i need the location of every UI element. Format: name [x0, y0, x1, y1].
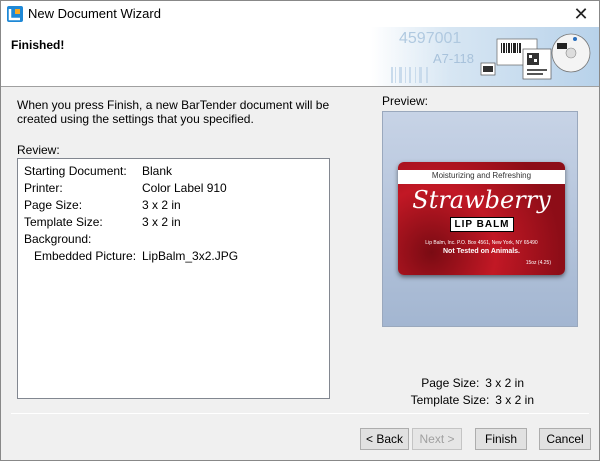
- finish-button[interactable]: Finish: [475, 428, 527, 450]
- page-title: Finished!: [11, 38, 65, 52]
- label-address: Lip Balm, Inc. P.O. Box 4561, New York, …: [425, 240, 538, 246]
- review-label: Review:: [17, 143, 60, 157]
- label-product: LIP BALM: [454, 219, 510, 230]
- footer-separator: [11, 413, 589, 414]
- back-button[interactable]: < Back: [360, 428, 409, 450]
- label-note: Not Tested on Animals.: [442, 248, 520, 255]
- cancel-button[interactable]: Cancel: [539, 428, 591, 450]
- page-size-value: 3 x 2 in: [485, 376, 524, 390]
- banner-digits-2: A7-118: [433, 51, 474, 66]
- review-value: 3 x 2 in: [142, 215, 181, 229]
- label-product-box: LIP BALM: [450, 217, 514, 232]
- review-key: Printer:: [24, 181, 63, 195]
- review-key: Template Size:: [24, 215, 103, 229]
- strawberry-label-image: Moisturizing and Refreshing Strawberry L…: [398, 162, 565, 275]
- review-value: 3 x 2 in: [142, 198, 181, 212]
- banner-digits-1: 4597001: [399, 30, 461, 47]
- wizard-window: New Document Wizard ✕ Finished! 4597001 …: [0, 0, 600, 461]
- window-title: New Document Wizard: [28, 6, 161, 21]
- review-value: Blank: [142, 164, 173, 178]
- label-preview: Moisturizing and Refreshing Strawberry L…: [382, 111, 578, 327]
- template-size-label: Template Size:: [410, 393, 490, 407]
- label-subtitle: Moisturizing and Refreshing: [431, 171, 532, 180]
- title-bar: New Document Wizard ✕: [1, 1, 599, 27]
- review-key: Page Size:: [24, 198, 83, 212]
- wizard-header: Finished! 4597001 A7-118: [1, 27, 599, 87]
- review-key: Background:: [24, 232, 92, 246]
- bartender-app-icon: [7, 6, 23, 22]
- preview-label: Preview:: [382, 94, 429, 108]
- review-list: Starting Document: Blank Printer: Color …: [17, 158, 330, 399]
- next-button[interactable]: Next >: [412, 428, 462, 450]
- template-size-value: 3 x 2 in: [495, 393, 534, 407]
- review-value: LipBalm_3x2.JPG: [142, 249, 239, 263]
- finish-description: When you press Finish, a new BarTender d…: [17, 98, 330, 126]
- preview-template-size: Template Size: 3 x 2 in: [354, 393, 534, 407]
- page-size-label: Page Size:: [421, 376, 480, 390]
- review-key: Starting Document:: [24, 164, 127, 178]
- review-key: Embedded Picture:: [34, 249, 137, 263]
- label-title: Strawberry: [412, 186, 551, 214]
- close-icon[interactable]: ✕: [569, 3, 593, 25]
- barcode-banner-image: 4597001 A7-118: [371, 27, 599, 86]
- review-value: Color Label 910: [142, 181, 227, 195]
- preview-page-size: Page Size: 3 x 2 in: [344, 376, 524, 390]
- label-weight: 15oz (4.25): [525, 260, 551, 266]
